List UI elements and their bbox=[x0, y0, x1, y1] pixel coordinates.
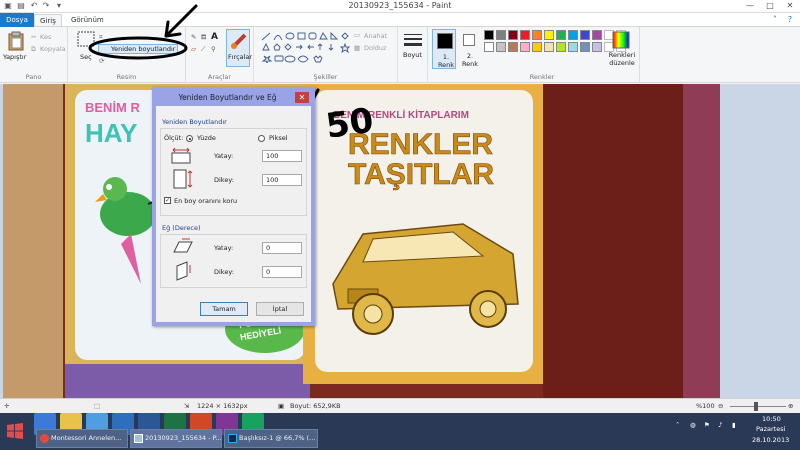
flag-icon[interactable]: ⚑ bbox=[704, 421, 710, 429]
ribbon-annotation bbox=[88, 4, 198, 60]
horizontal-input[interactable]: 100 bbox=[262, 150, 302, 162]
dialog-close-button[interactable]: ✕ bbox=[295, 92, 309, 103]
vertical-label: Dikey: bbox=[214, 176, 234, 184]
task-photoshop-label: Başlıksız-1 @ 66,7% (... bbox=[239, 434, 316, 442]
circle-annotation-resize bbox=[88, 36, 188, 60]
task-paint[interactable]: 20130923_155634 - P... bbox=[130, 429, 222, 448]
cancel-button[interactable]: İptal bbox=[256, 302, 304, 316]
maintain-aspect-label: En boy oranını koru bbox=[174, 197, 238, 205]
arrow-annotation-resize bbox=[164, 4, 198, 38]
network-icon[interactable]: ◍ bbox=[690, 421, 696, 429]
zoom-out-button[interactable]: ⊖ bbox=[718, 402, 723, 410]
annotation-overlay: 50 bbox=[251, 88, 376, 196]
resize-section-label: Yeniden Boyutlandır bbox=[162, 118, 227, 126]
dialog-title: Yeniden Boyutlandır ve Eğ bbox=[178, 93, 277, 102]
skew-section-label: Eğ (Derece) bbox=[162, 224, 201, 232]
pixels-label: Piksel bbox=[269, 134, 288, 142]
canvas-area[interactable]: BENİM R HAY POSTE HEDİYELİ BENİM RENKLİ … bbox=[0, 84, 800, 398]
task-browser-label: Montessori Annelen... bbox=[51, 434, 122, 442]
signal-icon[interactable]: ▮ bbox=[732, 421, 736, 429]
horizontal-resize-icon bbox=[171, 148, 191, 164]
status-bar: ✛ ⬚ ⇲ 1224 × 1632px ▣ Boyut: 652,9KB %10… bbox=[0, 398, 800, 413]
browser-icon bbox=[40, 434, 49, 443]
horizontal-skew-icon bbox=[173, 238, 193, 253]
vertical-resize-icon bbox=[173, 169, 193, 189]
tray-chevron-icon[interactable]: ˄ bbox=[676, 421, 679, 429]
volume-icon[interactable]: ♪ bbox=[718, 421, 722, 429]
skew-horizontal-input[interactable]: 0 bbox=[262, 242, 302, 254]
cursor-position-icon: ✛ bbox=[4, 402, 10, 410]
dialog-body: Yeniden Boyutlandır Ölçüt: Yüzde Piksel … bbox=[156, 106, 311, 322]
annotation-number: 50 bbox=[323, 101, 375, 147]
clock-date: 28.10.2013 bbox=[752, 436, 790, 444]
vertical-input[interactable]: 100 bbox=[262, 174, 302, 186]
image-size-icon: ⇲ bbox=[184, 402, 190, 410]
horizontal-label: Yatay: bbox=[214, 152, 234, 160]
maintain-aspect-checkbox[interactable]: ✓ bbox=[164, 197, 171, 204]
percent-label: Yüzde bbox=[197, 134, 216, 142]
disk-icon: ▣ bbox=[278, 402, 285, 410]
photoshop-icon bbox=[228, 434, 237, 443]
zoom-level: %100 bbox=[696, 402, 715, 410]
clock-time[interactable]: 10:50 bbox=[762, 415, 781, 423]
skew-vertical-label: Dikey: bbox=[214, 268, 234, 276]
file-size: Boyut: 652,9KB bbox=[290, 402, 341, 410]
task-photoshop[interactable]: Başlıksız-1 @ 66,7% (... bbox=[224, 429, 318, 448]
vertical-skew-icon bbox=[176, 261, 191, 281]
start-icon[interactable] bbox=[6, 422, 24, 440]
skew-vertical-input[interactable]: 0 bbox=[262, 266, 302, 278]
zoom-slider-thumb[interactable] bbox=[754, 402, 758, 411]
image-dimensions: 1224 × 1632px bbox=[197, 402, 248, 410]
zoom-slider[interactable] bbox=[730, 406, 786, 407]
percent-radio[interactable] bbox=[186, 135, 193, 142]
dialog-title-bar[interactable]: Yeniden Boyutlandır ve Eğ bbox=[156, 91, 311, 106]
task-browser[interactable]: Montessori Annelen... bbox=[36, 429, 128, 448]
by-label: Ölçüt: bbox=[164, 134, 184, 142]
task-paint-label: 20130923_155634 - P... bbox=[145, 434, 222, 442]
selection-size-icon: ⬚ bbox=[94, 402, 101, 410]
resize-skew-dialog: Yeniden Boyutlandır ve Eğ ✕ Yeniden Boyu… bbox=[152, 87, 315, 326]
paint-icon bbox=[134, 434, 143, 443]
ok-button[interactable]: Tamam bbox=[200, 302, 248, 316]
pixels-radio[interactable] bbox=[258, 135, 265, 142]
clock-day: Pazartesi bbox=[756, 425, 786, 433]
taskbar: Montessori Annelen... 20130923_155634 - … bbox=[0, 413, 800, 450]
zoom-in-button[interactable]: ⊕ bbox=[788, 402, 793, 410]
skew-horizontal-label: Yatay: bbox=[214, 244, 234, 252]
